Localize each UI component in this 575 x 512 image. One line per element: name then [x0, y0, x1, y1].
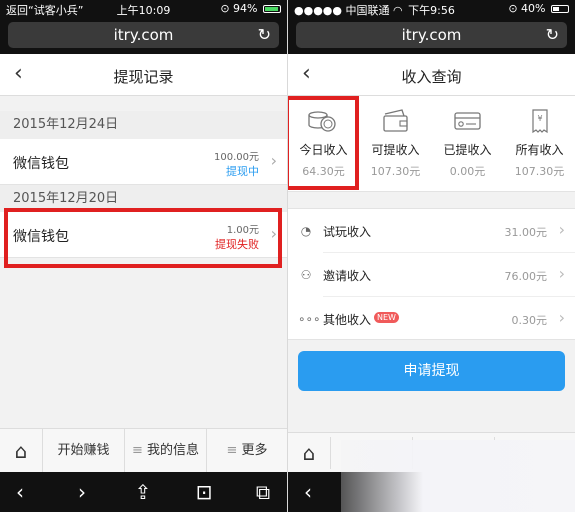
menu-icon: ≡ — [226, 443, 238, 458]
home-icon[interactable]: ⌂ — [288, 433, 330, 473]
chevron-right-icon: › — [558, 308, 565, 327]
palette-icon: ◔ — [300, 224, 312, 238]
highlight-box — [288, 96, 359, 190]
obscured-area — [341, 440, 575, 512]
address-field[interactable]: itry.com ↻ — [8, 22, 279, 48]
stat-label: 可提收入 — [371, 143, 420, 157]
income-label: 邀请收入 — [323, 269, 372, 283]
chevron-right-icon: › — [558, 264, 565, 283]
record-amount: 100.00元 — [214, 152, 259, 163]
income-label-text: 其他收入 — [323, 313, 372, 327]
withdraw-record[interactable]: 微信钱包 100.00元 提现中 › — [0, 139, 287, 185]
back-icon[interactable]: ‹ — [5, 480, 35, 504]
wallet-icon — [383, 109, 408, 132]
income-breakdown-list: ◔ 试玩收入 31.00元 › ⚇ 邀请收入 76.00元 › ∘∘∘ 其他收入… — [288, 208, 575, 340]
chevron-right-icon: › — [270, 151, 277, 170]
reload-icon[interactable]: ↻ — [258, 22, 271, 48]
tabs-icon[interactable]: ⧉ — [248, 480, 278, 504]
stat-withdrawn-income[interactable]: 已提收入 0.00元 — [432, 96, 503, 192]
lock-rotation-icon: ⊙ — [508, 2, 518, 15]
stat-value: 107.30元 — [514, 165, 565, 178]
tab-more[interactable]: ≡ 更多 — [206, 429, 287, 473]
bottom-tab-bar: ⌂ 开始赚钱 ≡ 我的信息 ≡ 更多 — [0, 428, 287, 473]
record-status: 提现中 — [226, 165, 259, 178]
browser-url-bar: itry.com ↻ — [0, 18, 287, 54]
url-text: itry.com — [401, 26, 462, 44]
nav-bar: ‹ 提现记录 — [0, 54, 287, 96]
income-row-other[interactable]: ∘∘∘ 其他收入 NEW 0.30元 › — [288, 297, 575, 341]
page-title: 收入查询 — [401, 68, 462, 86]
battery-percent: 40% — [521, 2, 546, 15]
back-icon[interactable]: ‹ — [293, 480, 323, 504]
tab-label: 更多 — [241, 443, 268, 458]
left-screen: 返回“试客小兵” 上午10:09 ⊙ 94% itry.com ↻ ‹ 提现记录… — [0, 0, 287, 512]
svg-text:¥: ¥ — [537, 114, 542, 123]
dots-icon: ∘∘∘ — [298, 312, 321, 326]
right-screen: ●●●●● 中国联通 ◠ 下午9:56 ⊙ 40% itry.com ↻ ‹ 收… — [288, 0, 575, 512]
income-value: 0.30元 — [511, 314, 548, 327]
address-field[interactable]: itry.com ↻ — [296, 22, 567, 48]
share-icon[interactable]: ⇪ — [128, 480, 158, 504]
divider — [330, 437, 331, 469]
income-row-invite[interactable]: ⚇ 邀请收入 76.00元 › — [288, 253, 575, 297]
browser-url-bar: itry.com ↻ — [288, 18, 575, 54]
income-row-trial[interactable]: ◔ 试玩收入 31.00元 › — [288, 209, 575, 253]
income-value: 31.00元 — [504, 226, 548, 239]
income-label: 其他收入 NEW — [323, 311, 399, 328]
add-user-icon: ⚇ — [300, 268, 312, 282]
stat-total-income[interactable]: ¥ 所有收入 107.30元 — [504, 96, 575, 192]
tab-label: 我的信息 — [146, 443, 199, 458]
reload-icon[interactable]: ↻ — [546, 22, 559, 48]
chevron-right-icon: › — [558, 220, 565, 239]
lock-rotation-icon: ⊙ — [220, 2, 230, 15]
stat-available-income[interactable]: 可提收入 107.30元 — [360, 96, 431, 192]
status-bar: ●●●●● 中国联通 ◠ 下午9:56 ⊙ 40% — [288, 0, 575, 18]
record-title: 微信钱包 — [13, 156, 69, 172]
forward-icon[interactable]: › — [67, 480, 97, 504]
battery-icon — [263, 5, 281, 13]
home-icon[interactable]: ⌂ — [0, 429, 42, 473]
income-value: 76.00元 — [504, 270, 548, 283]
battery-status: ⊙ 40% — [508, 2, 569, 15]
url-text: itry.com — [113, 26, 174, 44]
highlight-box — [4, 208, 282, 268]
stat-value: 0.00元 — [449, 165, 486, 178]
battery-icon — [551, 5, 569, 13]
income-label: 试玩收入 — [323, 225, 372, 239]
new-badge: NEW — [374, 312, 399, 323]
battery-percent: 94% — [233, 2, 258, 15]
tab-start-earning[interactable]: 开始赚钱 — [42, 429, 124, 473]
browser-toolbar: ‹ › ⇪ ⊡ ⧉ — [0, 472, 287, 512]
battery-status: ⊙ 94% — [220, 2, 281, 15]
date-header: 2015年12月24日 — [0, 111, 287, 139]
page-title: 提现记录 — [113, 68, 174, 86]
card-icon — [454, 112, 481, 130]
menu-icon: ≡ — [132, 443, 143, 458]
apply-withdraw-button[interactable]: 申请提现 — [298, 351, 565, 391]
bookmarks-icon[interactable]: ⊡ — [189, 480, 219, 504]
nav-bar: ‹ 收入查询 — [288, 54, 575, 96]
receipt-icon: ¥ — [532, 109, 548, 134]
status-bar: 返回“试客小兵” 上午10:09 ⊙ 94% — [0, 0, 287, 18]
stat-value: 107.30元 — [370, 165, 421, 178]
stat-label: 已提收入 — [443, 143, 492, 157]
stat-label: 所有收入 — [515, 143, 564, 157]
tab-my-info[interactable]: ≡ 我的信息 — [124, 429, 206, 473]
